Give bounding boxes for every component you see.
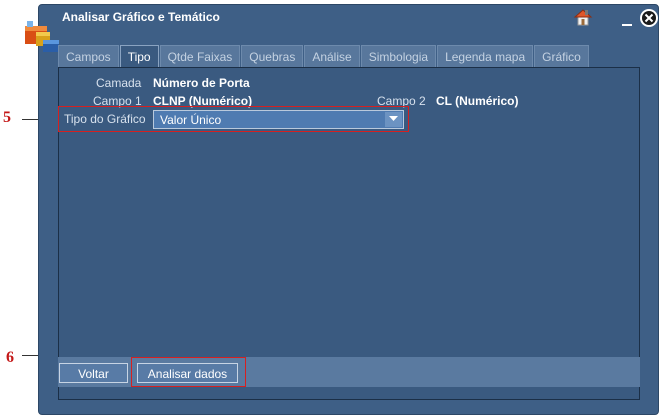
tab-simbologia[interactable]: Simbologia — [360, 45, 437, 67]
camada-label: Camada — [96, 76, 142, 90]
tab-quebras[interactable]: Quebras — [241, 45, 304, 67]
tab-campos[interactable]: Campos — [58, 45, 119, 67]
highlight-box-6 — [131, 357, 246, 387]
tab-qtde-faixas[interactable]: Qtde Faixas — [159, 45, 241, 67]
campo2-value: CL (Numérico) — [436, 94, 519, 108]
tab-tipo[interactable]: Tipo — [119, 45, 159, 67]
app-icon — [22, 14, 62, 54]
highlight-box-5 — [58, 106, 409, 132]
window-title: Analisar Gráfico e Temático — [62, 10, 220, 24]
tab-grafico[interactable]: Gráfico — [534, 45, 589, 67]
tab-legenda-mapa[interactable]: Legenda mapa — [437, 45, 534, 67]
annotation-marker-6: 6 — [6, 349, 14, 366]
tab-bar: Campos Tipo Qtde Faixas Quebras Análise … — [58, 45, 590, 67]
close-icon[interactable] — [639, 8, 659, 28]
minimize-icon[interactable] — [621, 15, 633, 27]
title-bar[interactable]: Analisar Gráfico e Temático — [39, 5, 658, 39]
annotation-marker-5: 5 — [3, 109, 11, 126]
back-button[interactable]: Voltar — [59, 363, 128, 383]
camada-value: Número de Porta — [153, 76, 250, 90]
tab-analise[interactable]: Análise — [304, 45, 360, 67]
home-icon[interactable] — [573, 7, 593, 27]
